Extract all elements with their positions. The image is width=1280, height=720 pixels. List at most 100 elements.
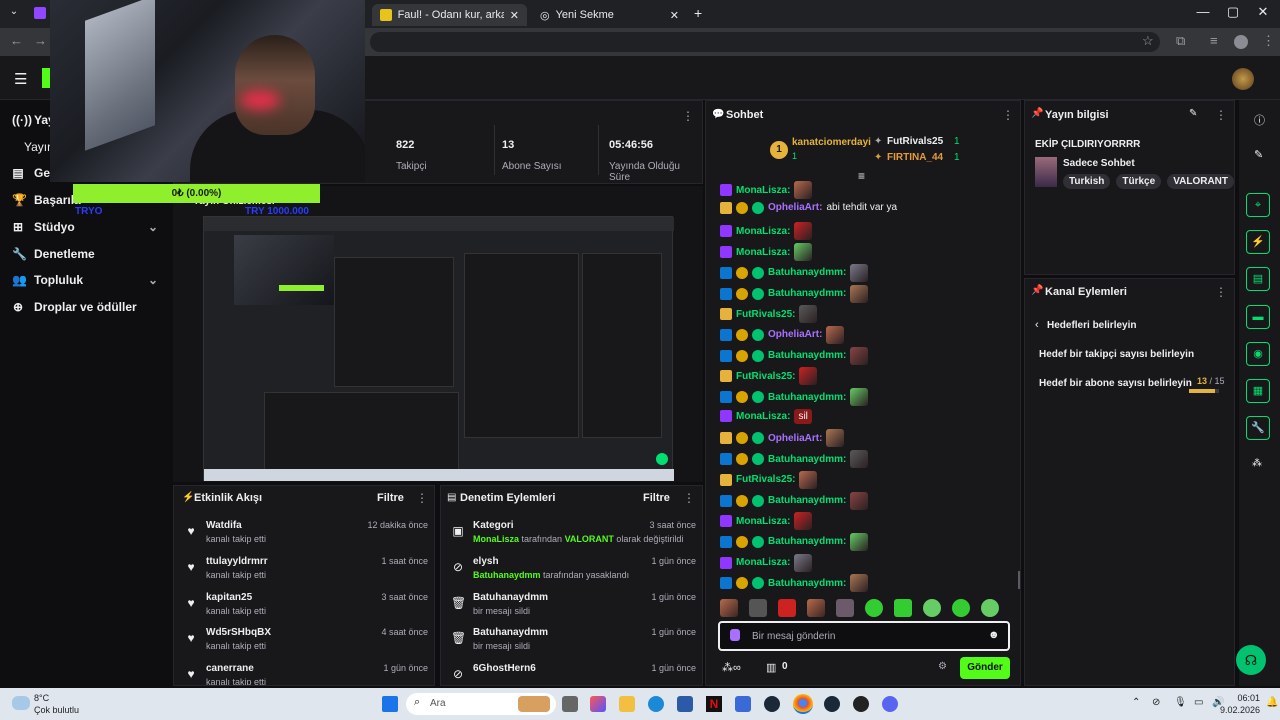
chat-username[interactable]: MonaLisza:: [736, 411, 790, 422]
chat-username[interactable]: MonaLisza:: [736, 247, 790, 258]
document-icon[interactable]: ▤: [1246, 267, 1270, 291]
top-supporter-name[interactable]: FIRTINA_44: [887, 152, 943, 163]
weather-temp[interactable]: 8°C: [34, 693, 49, 703]
task-view-icon[interactable]: [562, 696, 578, 712]
tag[interactable]: Türkçe: [1116, 174, 1162, 189]
chat-username[interactable]: Batuhanaydmm:: [768, 267, 846, 278]
emote-icon[interactable]: [894, 599, 912, 617]
chat-message[interactable]: Batuhanaydmm:: [720, 532, 869, 551]
start-windows-icon[interactable]: [382, 696, 398, 712]
chat-message[interactable]: FutRivals25:: [720, 367, 818, 386]
clip-icon[interactable]: ⌖: [1246, 193, 1270, 217]
chat-bubble-icon[interactable]: ▬: [1246, 305, 1270, 329]
list-item[interactable]: ♥ ttulayyldrmrr kanalı takip etti 1 saat ön…: [174, 556, 434, 592]
support-headset-icon[interactable]: ☊: [1236, 645, 1266, 675]
chat-username[interactable]: MonaLisza:: [736, 516, 790, 527]
network-icon[interactable]: ⊘: [1152, 697, 1160, 708]
tab-search-icon[interactable]: ⌄: [6, 6, 22, 22]
list-item[interactable]: ⊘ elysh Batuhanaydmm tarafından yasaklandı…: [441, 556, 702, 592]
taskbar-search[interactable]: ⌕ Ara: [406, 693, 556, 715]
drops-icon[interactable]: ⁂: [1252, 458, 1262, 469]
lightning-icon[interactable]: ⚡: [1246, 230, 1270, 254]
activity-filter-button[interactable]: Filtre: [377, 492, 404, 504]
chat-username[interactable]: FutRivals25:: [736, 371, 795, 382]
chat-message[interactable]: MonaLisza:: [720, 553, 813, 572]
chat-message[interactable]: Batuhanaydmm:: [720, 491, 869, 510]
file-explorer-icon[interactable]: [619, 696, 635, 712]
mic-icon[interactable]: [730, 629, 740, 641]
emote-icon[interactable]: [923, 599, 941, 617]
close-tab-icon[interactable]: ✕: [670, 9, 679, 22]
list-item[interactable]: 🗑 Batuhanaydmm bir mesajı sildi 1 gün önce: [441, 627, 702, 663]
profile-icon[interactable]: [1234, 35, 1248, 49]
list-item[interactable]: ▣ Kategori MonaLisza tarafından VALORANT o…: [441, 520, 702, 556]
chat-message[interactable]: FutRivals25:: [720, 305, 818, 324]
emote-icon[interactable]: [807, 599, 825, 617]
chevron-left-icon[interactable]: ‹: [1035, 319, 1039, 331]
app-icon[interactable]: [853, 696, 869, 712]
media-icon[interactable]: ≡: [1210, 33, 1218, 48]
chat-message[interactable]: OpheliaArt:: [720, 325, 845, 344]
chat-username[interactable]: OpheliaArt:: [768, 329, 822, 340]
clock-time[interactable]: 06:01: [1220, 693, 1260, 703]
emote-icon[interactable]: [865, 599, 883, 617]
list-item[interactable]: ♥ Watdifa kanalı takip etti 12 dakika önce: [174, 520, 434, 556]
emote-icon[interactable]: [981, 599, 999, 617]
sidebar-item-drops[interactable]: ⊕ Droplar ve ödüller: [12, 300, 137, 314]
menu-icon[interactable]: ⋮: [1262, 33, 1275, 49]
steam-icon[interactable]: [824, 696, 840, 712]
search-input[interactable]: Ara: [430, 698, 446, 709]
hamburger-menu-icon[interactable]: ☰: [14, 70, 27, 88]
chat-username[interactable]: MonaLisza:: [736, 226, 790, 237]
emote-icon[interactable]: [778, 599, 796, 617]
chat-username[interactable]: Batuhanaydmm:: [768, 454, 846, 465]
chevron-up-icon[interactable]: ⌃: [1132, 697, 1140, 708]
list-item[interactable]: ⊘ 6GhostHern6 1 gün önce: [441, 663, 702, 685]
chat-message[interactable]: Batuhanaydmm:: [720, 450, 869, 469]
chat-username[interactable]: FutRivals25:: [736, 309, 795, 320]
edit-pencil-icon[interactable]: ✎: [1254, 148, 1263, 161]
sidebar-item-achievements[interactable]: 🏆 Başarıla: [12, 193, 81, 207]
sidebar-item-community[interactable]: 👥 Topluluk ⌄: [12, 273, 158, 287]
kebab-menu-icon[interactable]: ⋮: [1215, 108, 1227, 122]
kebab-menu-icon[interactable]: ⋮: [1002, 108, 1014, 122]
chat-message[interactable]: FutRivals25:: [720, 470, 818, 489]
mail-icon[interactable]: [735, 696, 751, 712]
notification-icon[interactable]: 🔔: [1266, 697, 1278, 708]
mic-icon[interactable]: 🎙: [1174, 697, 1187, 708]
chat-username[interactable]: FutRivals25:: [736, 474, 795, 485]
goals-back-button[interactable]: Hedefleri belirleyin: [1047, 320, 1136, 331]
kebab-menu-icon[interactable]: ⋮: [416, 491, 428, 505]
top-supporter-name[interactable]: FutRivals25: [887, 136, 943, 147]
chat-username[interactable]: OpheliaArt:: [768, 433, 822, 444]
category-name[interactable]: Sadece Sohbet: [1063, 158, 1135, 169]
url-field[interactable]: [370, 32, 1160, 52]
display-icon[interactable]: ▭: [1194, 697, 1203, 708]
list-item[interactable]: ♥ kapitan25 kanalı takip etti 3 saat önce: [174, 592, 434, 628]
sidebar-item-analytics[interactable]: ▤ Ge: [12, 166, 50, 180]
wrench-icon[interactable]: 🔧: [1246, 416, 1270, 440]
store-icon[interactable]: [677, 696, 693, 712]
edit-pencil-icon[interactable]: ✎: [1189, 108, 1197, 119]
emote-icon[interactable]: [749, 599, 767, 617]
maximize-icon[interactable]: ▢: [1218, 4, 1248, 24]
edge-icon[interactable]: [648, 696, 664, 712]
chat-message[interactable]: MonaLisza:: [720, 222, 813, 241]
sidebar-item-studio[interactable]: ⊞ Stüdyo ⌄: [12, 220, 158, 234]
chat-username[interactable]: Batuhanaydmm:: [768, 495, 846, 506]
sidebar-item-moderation[interactable]: 🔧 Denetleme: [12, 247, 95, 261]
chat-message[interactable]: Batuhanaydmm:: [720, 263, 869, 282]
tab-new[interactable]: ◎ Yeni Sekme ✕: [532, 4, 687, 26]
chat-username[interactable]: Batuhanaydmm:: [768, 578, 846, 589]
info-icon[interactable]: ⓘ: [1254, 112, 1265, 128]
chat-message[interactable]: MonaLisza: sil: [720, 408, 812, 424]
chat-message[interactable]: Batuhanaydmm:: [720, 574, 869, 593]
tag[interactable]: Turkish: [1063, 174, 1111, 189]
extensions-icon[interactable]: ⧉: [1176, 33, 1185, 49]
bookmark-star-icon[interactable]: ☆: [1142, 33, 1154, 49]
settings-gear-icon[interactable]: ⚙: [938, 661, 947, 672]
chat-username[interactable]: Batuhanaydmm:: [768, 536, 846, 547]
chat-message[interactable]: MonaLisza:: [720, 512, 813, 531]
broadcast-icon[interactable]: ◉: [1246, 342, 1270, 366]
chat-message[interactable]: MonaLisza:: [720, 181, 813, 199]
